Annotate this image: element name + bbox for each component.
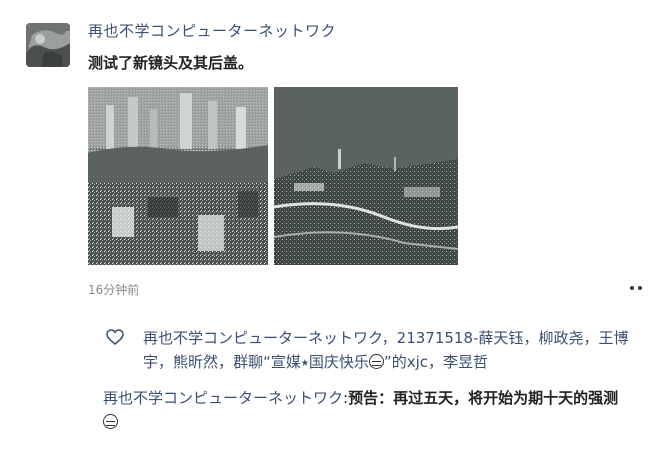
like-name[interactable]: 柳政尧 — [538, 329, 583, 347]
post-time: 16分钟前 — [88, 283, 140, 297]
grimace-emoji-icon — [103, 414, 118, 429]
comment-text: 预告：再过五天，将开始为期十天的强测 — [348, 389, 619, 407]
post-image-1[interactable] — [88, 87, 268, 265]
like-name[interactable]: 再也不学コンピューターネットワク — [143, 329, 382, 347]
likes-section: 再也不学コンピューターネットワク，21371518-薛天钰，柳政尧，王博宇，熊昕… — [106, 326, 641, 374]
like-name[interactable]: 21371518-薛天钰 — [397, 329, 524, 347]
like-name[interactable]: 熊昕然 — [173, 353, 218, 371]
moment-post: 再也不学コンピューターネットワク 测试了新镜头及其后盖。 16分钟前 再也不学コ… — [0, 0, 661, 454]
like-name[interactable]: 群聊“宣媒⭑国庆快乐 ”的xjc — [233, 353, 428, 371]
city-photo-night — [274, 87, 458, 265]
interaction-panel: 再也不学コンピューターネットワク，21371518-薛天钰，柳政尧，王博宇，熊昕… — [99, 318, 645, 446]
avatar-image — [26, 23, 70, 67]
more-options-button[interactable] — [624, 280, 648, 296]
grimace-emoji-icon — [368, 354, 384, 369]
likes-list: 再也不学コンピューターネットワク，21371518-薛天钰，柳政尧，王博宇，熊昕… — [143, 329, 629, 371]
post-author[interactable]: 再也不学コンピューターネットワク — [88, 20, 336, 41]
avatar[interactable] — [26, 23, 70, 67]
comment-item[interactable]: 再也不学コンピューターネットワク:预告：再过五天，将开始为期十天的强测 — [103, 386, 623, 434]
heart-outline-icon[interactable] — [106, 329, 124, 345]
city-photo-day — [88, 87, 268, 265]
comment-author[interactable]: 再也不学コンピューターネットワク — [103, 389, 343, 407]
post-image-2[interactable] — [274, 87, 458, 265]
more-dot-icon — [630, 286, 634, 290]
post-content: 测试了新镜头及其后盖。 — [88, 54, 254, 72]
more-dot-icon — [638, 286, 642, 290]
like-name[interactable]: 李昱哲 — [443, 353, 488, 371]
